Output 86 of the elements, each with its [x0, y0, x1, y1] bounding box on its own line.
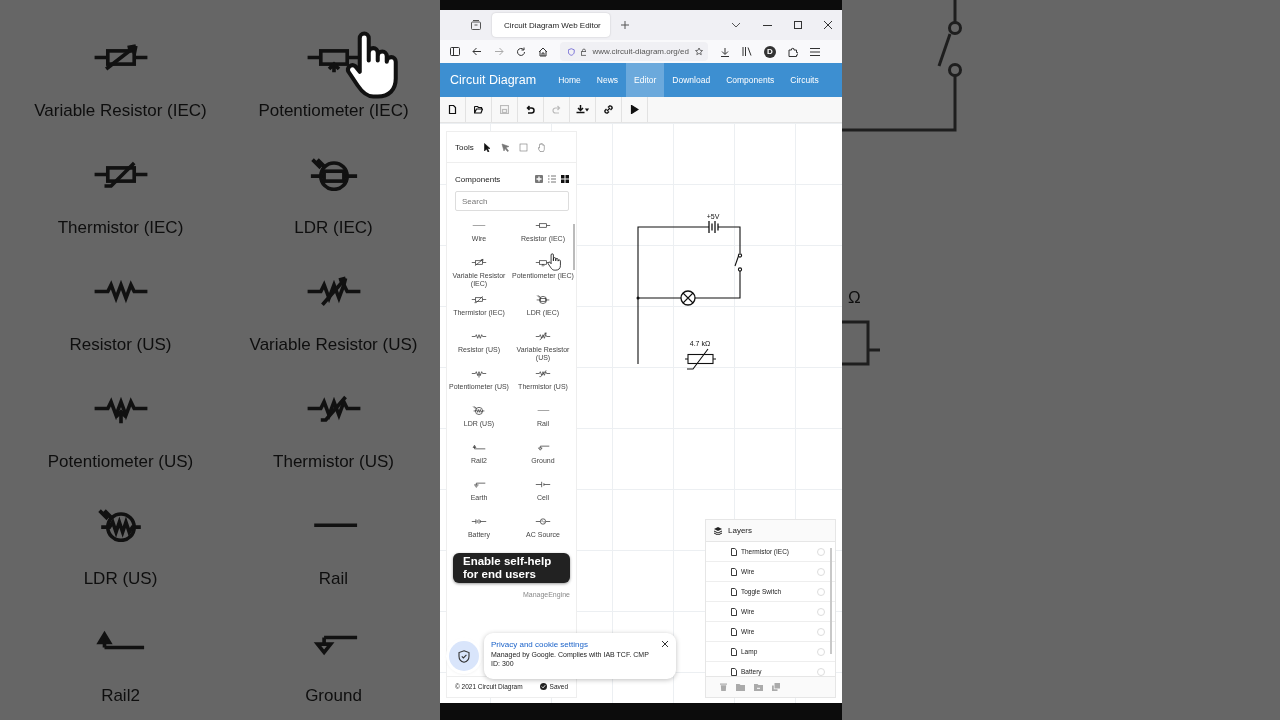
- variable-resistor-zigzag-icon: [534, 332, 552, 341]
- close-icon[interactable]: [824, 21, 832, 29]
- component-label: Variable Resistor (US): [249, 334, 418, 356]
- star-icon[interactable]: [694, 46, 703, 57]
- download-icon: [575, 105, 590, 114]
- scrollbar-thumb[interactable]: [573, 224, 575, 270]
- battery-symbol: [708, 220, 719, 234]
- close-icon[interactable]: [662, 641, 668, 647]
- grid-view-icon[interactable]: [561, 175, 569, 183]
- rail-arrow-icon: [470, 443, 488, 452]
- hand-cursor-icon: [344, 31, 398, 99]
- link-icon: [604, 105, 613, 114]
- scrollbar-thumb[interactable]: [830, 548, 832, 654]
- thermistor-symbol: [684, 348, 717, 370]
- search-field[interactable]: Search: [455, 191, 569, 211]
- variable-resistor-symbol-icon: [470, 258, 488, 267]
- cell-symbol-icon: [534, 480, 552, 489]
- home-icon[interactable]: [538, 46, 548, 57]
- privacy-button[interactable]: [449, 641, 479, 671]
- ldr-symbol-icon: [534, 295, 552, 304]
- lamp-symbol: [680, 290, 696, 306]
- file-icon: [731, 627, 737, 636]
- new-tab-icon[interactable]: [620, 20, 630, 30]
- minimize-icon[interactable]: [763, 24, 772, 26]
- file-icon: [731, 547, 737, 556]
- tools-title: Tools: [455, 142, 474, 152]
- label-fragment: Ω: [848, 288, 861, 308]
- component-label: Potentiometer (US): [47, 451, 194, 473]
- resistor-zigzag-icon: [470, 332, 488, 341]
- library-icon[interactable]: [742, 47, 752, 56]
- back-arrow-icon[interactable]: [472, 47, 482, 56]
- wire-line-icon: [470, 224, 488, 227]
- component-label: Rail2: [101, 685, 140, 707]
- wire: [717, 226, 741, 254]
- address-field[interactable]: www.circuit-diagram.org/ed: [560, 42, 708, 61]
- component-label: Rail: [318, 567, 349, 590]
- components-title: Components: [455, 174, 501, 184]
- maximize-icon[interactable]: [794, 21, 802, 29]
- file-icon: [731, 567, 737, 576]
- component-label: Resistor (US): [69, 334, 172, 356]
- menu-icon[interactable]: [810, 47, 820, 56]
- cookie-notice-title[interactable]: Privacy and cookie settings: [491, 640, 651, 649]
- redo-icon: [552, 105, 561, 114]
- reload-icon[interactable]: [516, 46, 526, 57]
- component-label: Ground: [305, 685, 362, 707]
- file-icon: [731, 667, 737, 676]
- component-label: LDR (US): [83, 568, 158, 590]
- layers-icon: [714, 526, 722, 535]
- resistor-symbol-icon: [534, 221, 552, 230]
- chevron-down-icon[interactable]: [731, 22, 741, 28]
- floppy-disk-icon: [500, 105, 509, 114]
- tab-title: Circuit Diagram Web Editor: [504, 20, 601, 30]
- component-label: LDR (IEC): [294, 217, 373, 239]
- file-icon: [731, 647, 737, 656]
- tab-list-icon[interactable]: [470, 19, 482, 31]
- battery-symbol-icon: [470, 517, 488, 526]
- component-label: Thermistor (IEC): [57, 217, 184, 239]
- browser-tab[interactable]: Circuit Diagram Web Editor: [492, 13, 610, 37]
- select-arrow-icon[interactable]: [500, 142, 510, 152]
- add-icon[interactable]: [535, 175, 543, 183]
- shield-icon: [568, 46, 575, 57]
- sidebar-icon[interactable]: [450, 47, 460, 56]
- file-icon: [731, 587, 737, 596]
- switch-symbol: [734, 253, 743, 272]
- ad-banner[interactable]: Enable self-help for end users: [453, 553, 570, 583]
- play-icon: [630, 105, 639, 114]
- thermistor-symbol-icon: [470, 295, 488, 304]
- download-icon[interactable]: [720, 46, 730, 57]
- hand-cursor-icon: [547, 253, 561, 271]
- junction-dot: [636, 296, 640, 300]
- layers-title: Layers: [728, 526, 752, 535]
- check-circle-icon: [539, 682, 547, 690]
- pointer-icon[interactable]: [482, 142, 492, 152]
- folder-icon: [474, 105, 483, 114]
- url-text: www.circuit-diagram.org/ed: [592, 47, 689, 56]
- undo-icon: [526, 105, 535, 114]
- file-icon: [448, 105, 457, 114]
- component-label: Potentiometer (IEC): [258, 100, 409, 122]
- potentiometer-zigzag-icon: [470, 369, 488, 378]
- component-label: Variable Resistor (IEC): [34, 100, 207, 122]
- file-icon: [731, 607, 737, 616]
- thermistor-zigzag-icon: [534, 369, 552, 378]
- ac-source-symbol-icon: [534, 517, 552, 526]
- shield-check-icon: [458, 649, 470, 663]
- component-label: Thermistor (US): [273, 451, 394, 473]
- profile-avatar[interactable]: D: [764, 45, 776, 58]
